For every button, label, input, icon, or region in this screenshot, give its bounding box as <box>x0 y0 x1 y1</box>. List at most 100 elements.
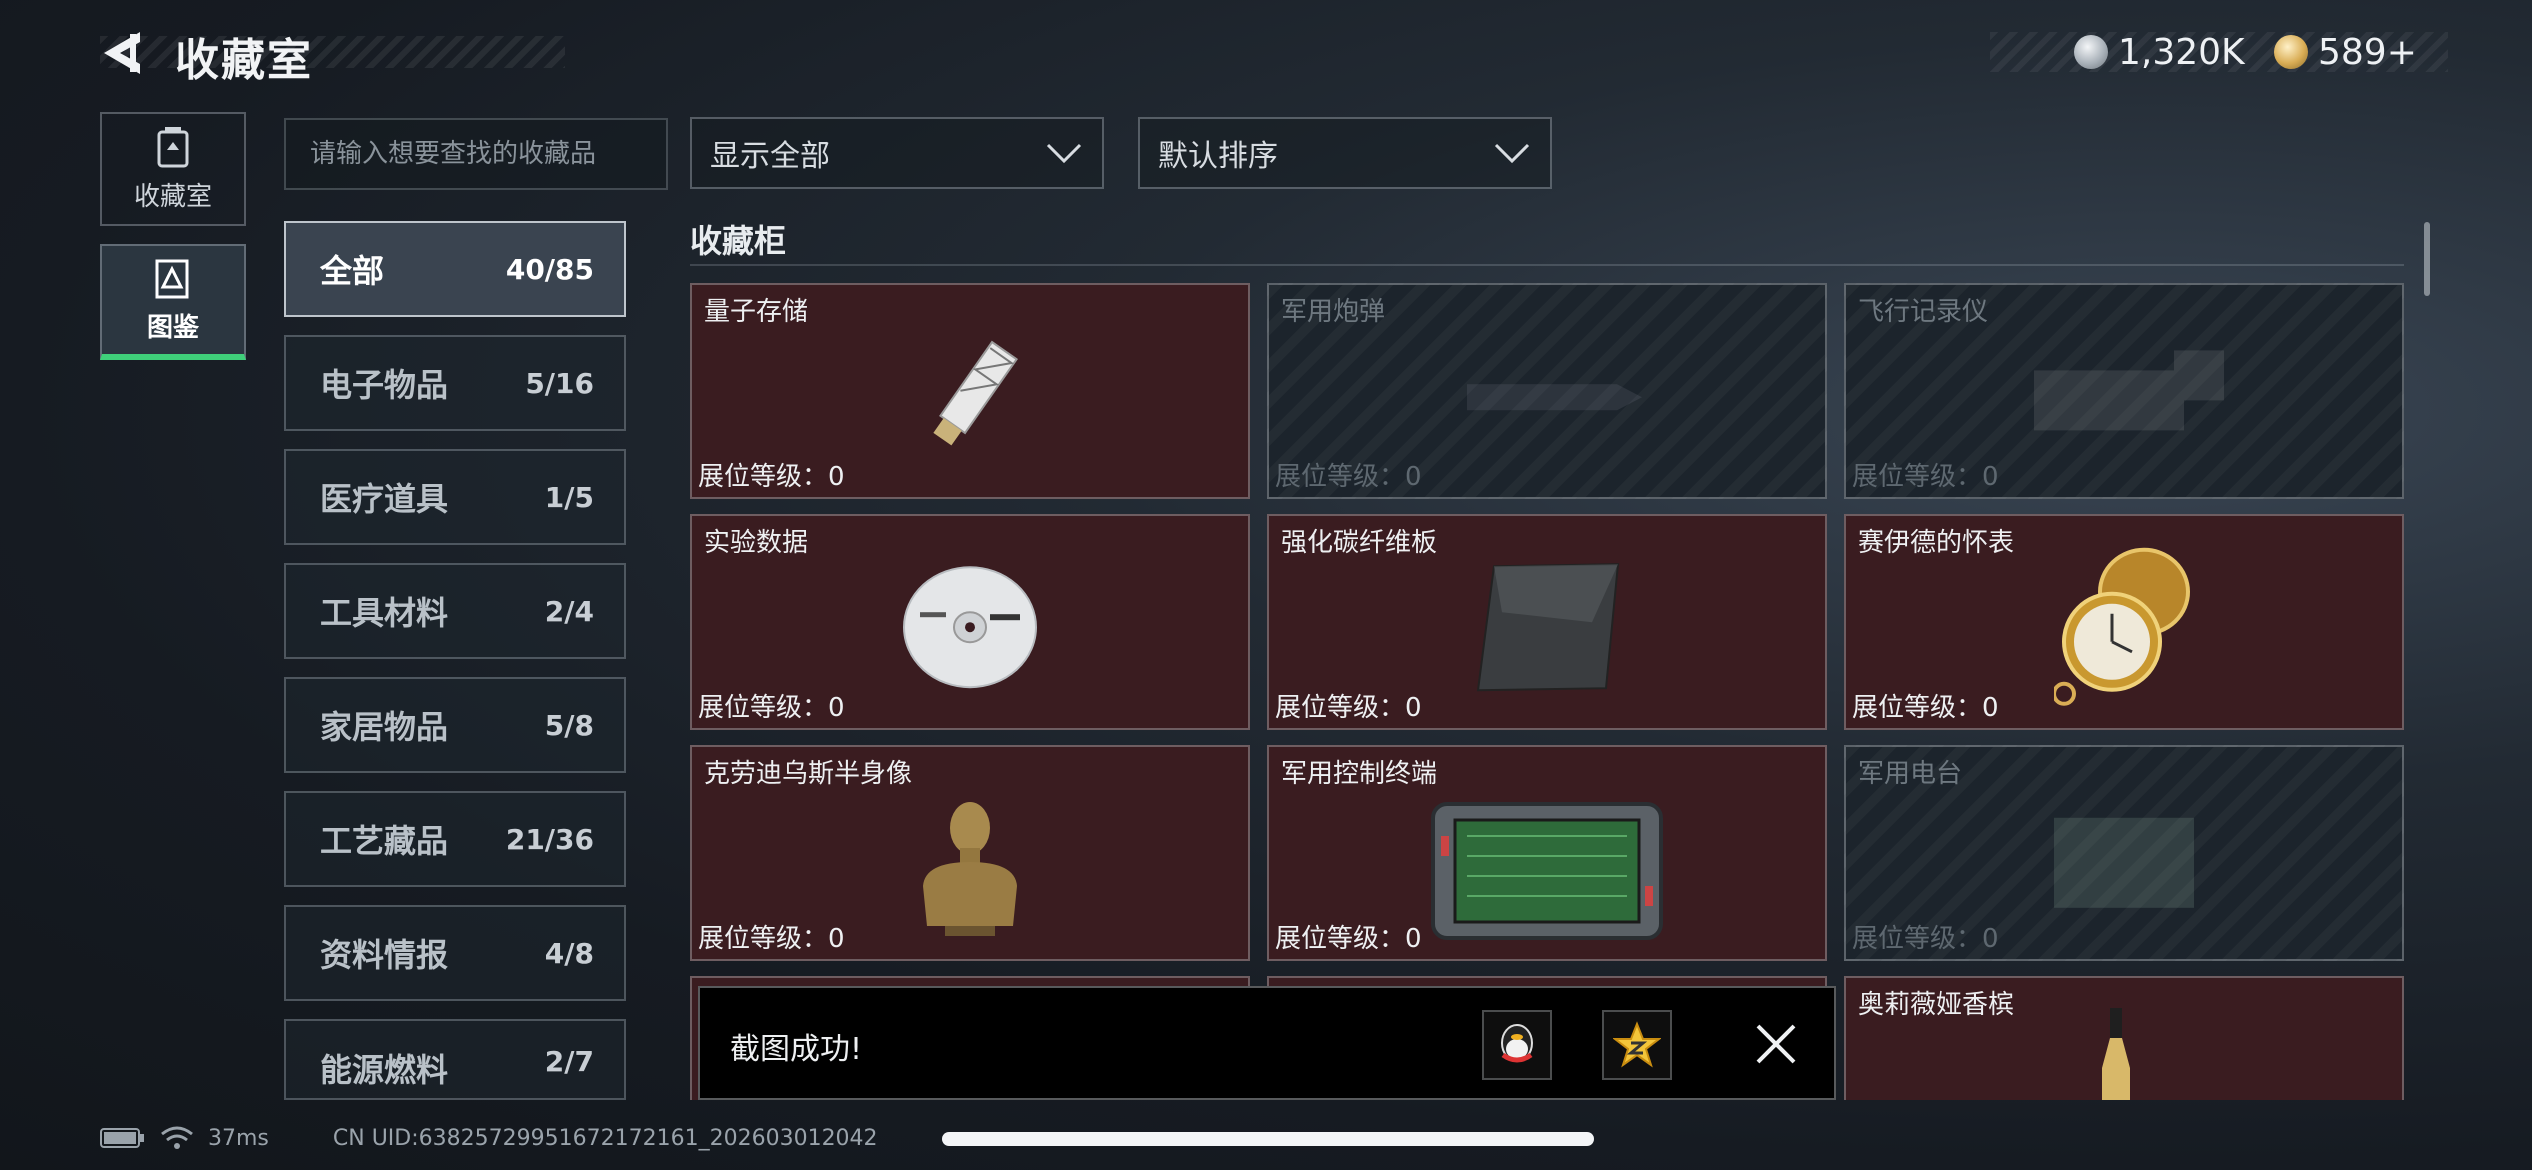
category-all[interactable]: 全部 40/85 <box>284 221 626 317</box>
currency-gold-value: 589+ <box>2318 31 2417 73</box>
radio-icon <box>2054 817 2194 908</box>
item-card[interactable]: 军用电台 展位等级：0 <box>1844 745 2404 961</box>
item-name: 强化碳纤维板 <box>1281 528 1438 558</box>
item-name: 克劳迪乌斯半身像 <box>704 759 913 789</box>
back-arrow-icon[interactable] <box>100 28 148 78</box>
item-display-level: 展位等级：0 <box>1275 693 1422 723</box>
item-display-level: 展位等级：0 <box>698 924 845 954</box>
qq-share-button[interactable] <box>1482 1010 1552 1080</box>
champagne-icon <box>2102 1008 2130 1100</box>
item-display-level: 展位等级：0 <box>1275 924 1422 954</box>
display-filter-dropdown[interactable]: 显示全部 <box>690 117 1104 189</box>
item-display-level: 展位等级：0 <box>1852 693 1999 723</box>
item-name: 量子存储 <box>704 297 809 327</box>
category-intel[interactable]: 资料情报 4/8 <box>284 905 626 1001</box>
item-card[interactable]: 军用控制终端 展位等级：0 <box>1267 745 1827 961</box>
category-count: 40/85 <box>505 252 594 286</box>
nav-tab-label: 图鉴 <box>146 312 199 343</box>
category-name: 家居物品 <box>320 708 449 746</box>
sort-dropdown[interactable]: 默认排序 <box>1138 117 1552 189</box>
category-count: 5/16 <box>525 366 594 400</box>
silver-coin-icon <box>2074 35 2108 69</box>
search-input[interactable] <box>284 118 668 190</box>
currency-gold[interactable]: 589+ <box>2274 26 2417 78</box>
item-card[interactable]: 实验数据 展位等级：0 <box>690 514 1250 730</box>
qzone-share-icon <box>1613 1021 1661 1068</box>
close-icon[interactable] <box>1750 1018 1802 1070</box>
status-bar: 37ms CN UID:6382572995167217216​1_202603… <box>100 1118 878 1158</box>
item-display-level: 展位等级：0 <box>1852 924 1999 954</box>
item-name: 军用炮弹 <box>1281 297 1386 327</box>
item-display-level: 展位等级：0 <box>698 462 845 492</box>
uid-text: CN UID:6382572995167217216​1_20260301204… <box>332 1125 878 1151</box>
category-name: 资料情报 <box>320 936 449 974</box>
item-card[interactable]: 赛伊德的怀表 展位等级：0 <box>1844 514 2404 730</box>
home-indicator[interactable] <box>942 1132 1594 1146</box>
collection-grid[interactable]: 量子存储 展位等级：0 军用炮弹 展位等级：0 飞行记录仪 展位等级：0 实验数… <box>688 280 2408 1100</box>
category-electronics[interactable]: 电子物品 5/16 <box>284 335 626 431</box>
disc-icon <box>903 566 1037 689</box>
carbon-plate-icon <box>1476 563 1620 692</box>
category-household[interactable]: 家居物品 5/8 <box>284 677 626 773</box>
toast-message: 截图成功! <box>730 1032 863 1067</box>
nav-tab-label: 收藏室 <box>133 181 212 212</box>
qq-share-icon <box>1501 1024 1533 1063</box>
category-medical[interactable]: 医疗道具 1/5 <box>284 449 626 545</box>
terminal-icon <box>1431 802 1663 940</box>
title-stripe <box>100 36 565 68</box>
display-filter-value: 显示全部 <box>710 139 830 174</box>
category-fuel[interactable]: 能源燃料 2/7 <box>284 1019 626 1100</box>
grid-scrollbar[interactable] <box>2424 222 2430 296</box>
item-card[interactable]: 克劳迪乌斯半身像 展位等级：0 <box>690 745 1250 961</box>
section-divider <box>690 264 2404 266</box>
category-name: 电子物品 <box>320 366 449 404</box>
screenshot-toast: 截图成功! <box>698 986 1836 1100</box>
nav-tab-collection-room[interactable]: 收藏室 <box>100 112 246 226</box>
usb-drive-icon <box>933 340 1019 446</box>
item-name: 实验数据 <box>704 528 809 558</box>
category-name: 医疗道具 <box>320 480 449 518</box>
item-card[interactable]: 量子存储 展位等级：0 <box>690 283 1250 499</box>
currency-silver[interactable]: 1,320K <box>2074 26 2245 78</box>
category-crafts[interactable]: 工艺藏品 21/36 <box>284 791 626 887</box>
qzone-share-button[interactable] <box>1602 1010 1672 1080</box>
gallery-icon <box>155 259 189 298</box>
pocket-watch-icon <box>2054 547 2190 706</box>
wifi-icon <box>161 1126 193 1149</box>
item-card[interactable]: 飞行记录仪 展位等级：0 <box>1844 283 2404 499</box>
item-name: 军用控制终端 <box>1281 759 1438 789</box>
gold-coin-icon <box>2274 35 2308 69</box>
item-name: 奥莉薇娅香槟 <box>1858 990 2015 1020</box>
category-name: 能源燃料 <box>320 1051 449 1089</box>
currency-silver-value: 1,320K <box>2118 31 2245 73</box>
item-display-level: 展位等级：0 <box>1275 462 1422 492</box>
category-count: 2/4 <box>544 594 594 628</box>
nav-tab-gallery[interactable]: 图鉴 <box>100 244 246 360</box>
item-card[interactable]: 奥莉薇娅香槟 <box>1844 976 2404 1100</box>
item-display-level: 展位等级：0 <box>1852 462 1999 492</box>
category-tools[interactable]: 工具材料 2/4 <box>284 563 626 659</box>
chevron-down-icon <box>1046 143 1082 164</box>
category-name: 工艺藏品 <box>320 822 449 860</box>
item-display-level: 展位等级：0 <box>698 693 845 723</box>
page-title: 收藏室 <box>175 35 313 86</box>
item-name: 赛伊德的怀表 <box>1858 528 2015 558</box>
sort-value: 默认排序 <box>1158 139 1278 174</box>
shell-icon <box>1467 384 1642 411</box>
category-count: 5/8 <box>544 708 594 742</box>
item-name: 飞行记录仪 <box>1858 297 1989 327</box>
item-name: 军用电台 <box>1858 759 1963 789</box>
category-count: 21/36 <box>505 822 594 856</box>
category-count: 2/7 <box>544 1045 594 1078</box>
category-count: 4/8 <box>544 936 594 970</box>
trash-bin-icon <box>157 126 189 167</box>
battery-icon <box>100 1128 144 1148</box>
item-card[interactable]: 军用炮弹 展位等级：0 <box>1267 283 1827 499</box>
ping-value: 37ms <box>208 1125 269 1151</box>
item-card[interactable]: 强化碳纤维板 展位等级：0 <box>1267 514 1827 730</box>
category-count: 1/5 <box>544 480 594 514</box>
bust-icon <box>923 802 1017 936</box>
category-name: 工具材料 <box>320 594 449 632</box>
flight-recorder-icon <box>2034 350 2224 431</box>
section-title: 收藏柜 <box>690 222 787 260</box>
